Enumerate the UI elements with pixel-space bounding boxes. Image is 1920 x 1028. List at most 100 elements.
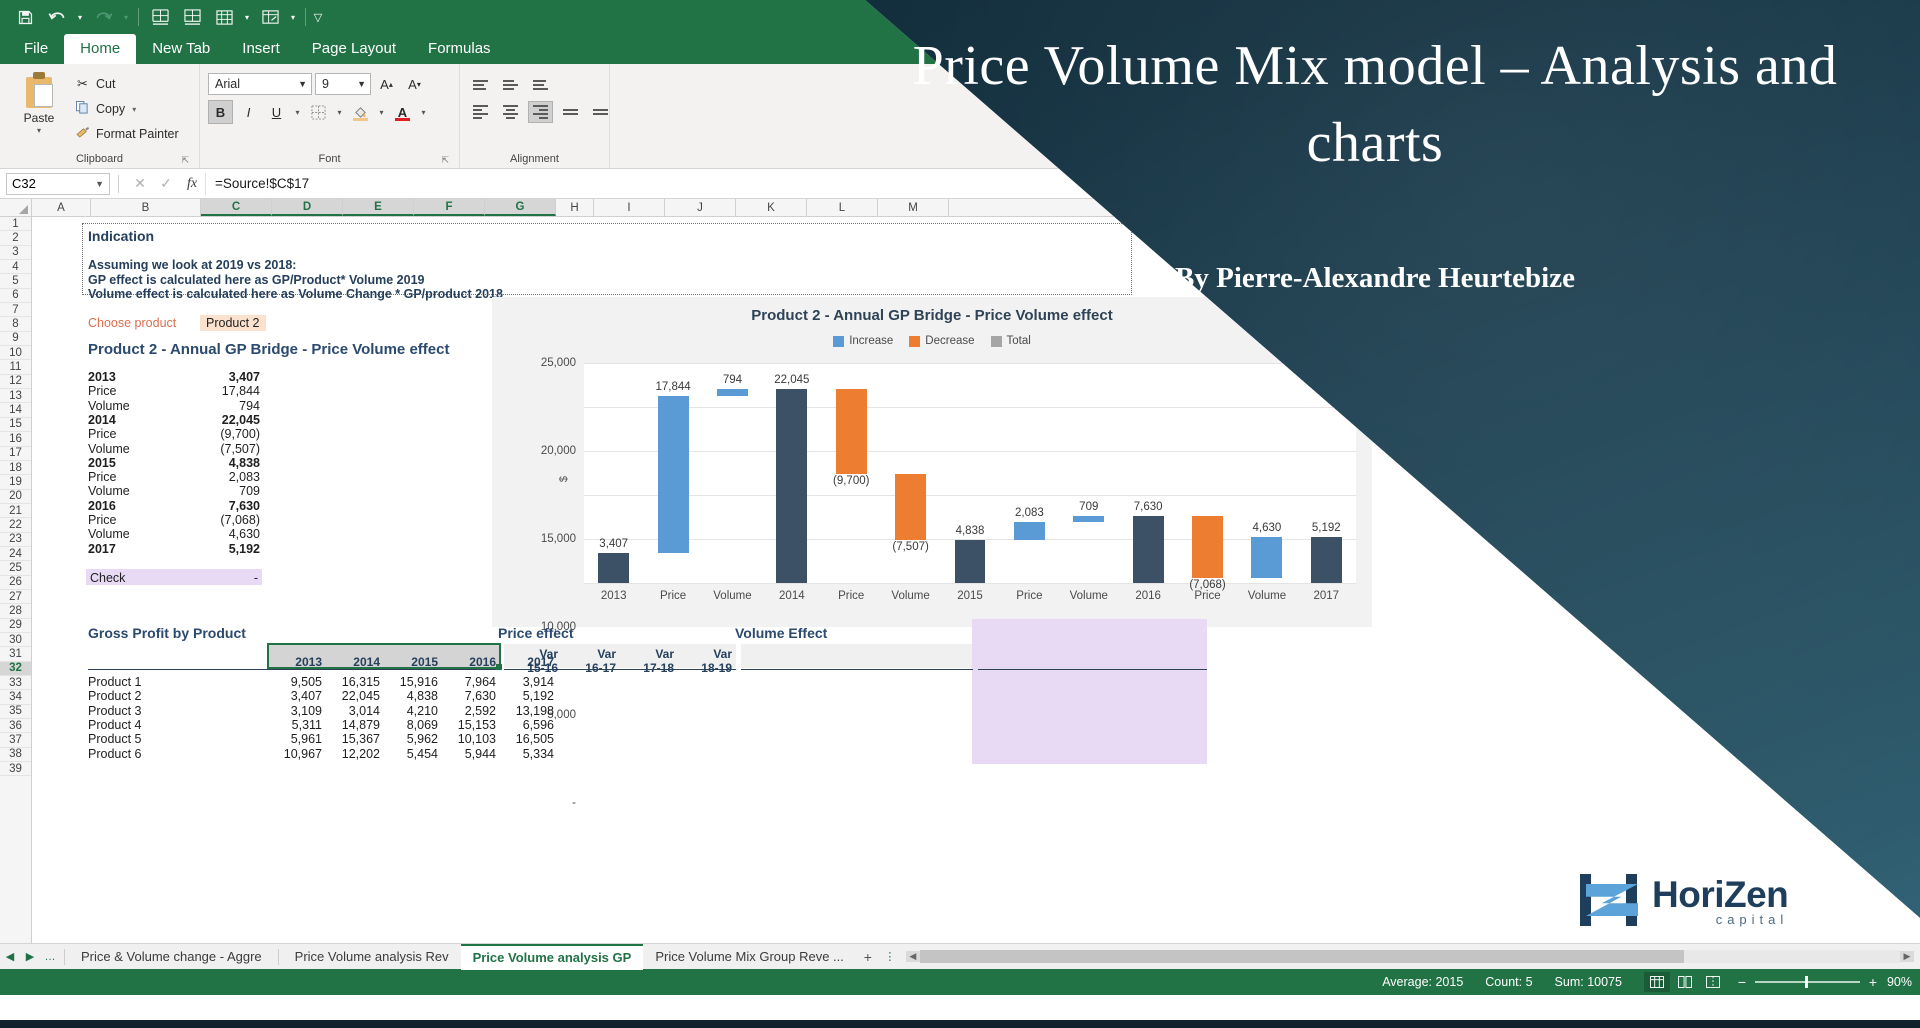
font-color-dropdown-icon[interactable]: ▾ <box>418 108 429 117</box>
sheet-tab-price-volume-mix-group-reve[interactable]: Price Volume Mix Group Reve ... <box>643 946 856 967</box>
copy-dropdown-icon[interactable]: ▾ <box>132 105 136 114</box>
row-header-33[interactable]: 33 <box>0 676 31 690</box>
row-header-19[interactable]: 19 <box>0 475 31 489</box>
table-column-header[interactable]: Var17-18 <box>620 647 674 675</box>
tab-page-layout[interactable]: Page Layout <box>296 34 412 64</box>
customize-qat-icon[interactable]: ▽ <box>312 4 324 30</box>
paste-dropdown-icon[interactable]: ▾ <box>37 126 41 135</box>
zoom-out-icon[interactable]: − <box>1736 974 1748 990</box>
insert-sheet-rows-icon[interactable] <box>145 4 175 30</box>
font-dialog-launcher-icon[interactable]: ⇱ <box>441 155 449 166</box>
chart-bar[interactable]: 794Volume <box>717 389 748 396</box>
row-header-34[interactable]: 34 <box>0 690 31 704</box>
borders-dropdown-icon[interactable]: ▾ <box>334 108 345 117</box>
row-header-6[interactable]: 6 <box>0 289 31 303</box>
align-bottom-button[interactable] <box>528 74 553 96</box>
redo-icon[interactable] <box>88 4 118 30</box>
name-box[interactable]: C32 ▼ <box>6 173 110 195</box>
chart-bar[interactable]: 17,844Price <box>658 396 689 553</box>
align-top-button[interactable] <box>468 74 493 96</box>
pivot-table-icon[interactable] <box>255 4 285 30</box>
row-header-27[interactable]: 27 <box>0 590 31 604</box>
row-header-38[interactable]: 38 <box>0 748 31 762</box>
row-header-21[interactable]: 21 <box>0 504 31 518</box>
undo-dropdown-icon[interactable]: ▾ <box>74 4 86 30</box>
fx-icon[interactable]: fx <box>179 176 205 192</box>
font-family-select[interactable]: Arial ▼ <box>208 73 312 95</box>
tab-file[interactable]: File <box>8 34 64 64</box>
row-header-25[interactable]: 25 <box>0 561 31 575</box>
column-header-K[interactable]: K <box>736 199 807 216</box>
chart-bar[interactable]: 4,8382015 <box>955 540 986 583</box>
font-size-select[interactable]: 9 ▼ <box>315 73 371 95</box>
zoom-slider[interactable]: − + <box>1736 974 1879 990</box>
format-table-dropdown-icon[interactable]: ▾ <box>241 4 253 30</box>
row-header-36[interactable]: 36 <box>0 719 31 733</box>
copy-button[interactable]: Copy ▾ <box>74 98 185 120</box>
zoom-track[interactable] <box>1755 981 1860 983</box>
redo-dropdown-icon[interactable]: ▾ <box>120 4 132 30</box>
increase-font-size-button[interactable]: A▴ <box>374 72 399 96</box>
row-header-18[interactable]: 18 <box>0 461 31 475</box>
row-header-24[interactable]: 24 <box>0 547 31 561</box>
close-icon[interactable]: ✕ <box>127 175 153 192</box>
tab-new-tab[interactable]: New Tab <box>136 34 226 64</box>
column-header-D[interactable]: D <box>272 199 343 216</box>
column-header-I[interactable]: I <box>594 199 665 216</box>
chosen-product-value[interactable]: Product 2 <box>200 315 266 331</box>
scroll-track[interactable] <box>920 950 1900 963</box>
align-middle-button[interactable] <box>498 74 523 96</box>
page-break-preview-icon[interactable] <box>1700 972 1726 992</box>
borders-button[interactable] <box>306 100 331 124</box>
column-header-J[interactable]: J <box>665 199 736 216</box>
tab-home[interactable]: Home <box>64 34 136 64</box>
chart-bar[interactable]: (9,700)Price <box>836 389 867 474</box>
tab-formulas[interactable]: Formulas <box>412 34 507 64</box>
sheet-tab-price-volume-analysis-gp[interactable]: Price Volume analysis GP <box>461 944 644 970</box>
decrease-indent-button[interactable] <box>558 101 583 123</box>
column-header-L[interactable]: L <box>807 199 878 216</box>
column-header-G[interactable]: G <box>485 199 556 216</box>
row-header-15[interactable]: 15 <box>0 418 31 432</box>
sheet-tab-price-volume-analysis-rev[interactable]: Price Volume analysis Rev <box>283 946 461 967</box>
insert-sheet-columns-icon[interactable] <box>177 4 207 30</box>
row-header-37[interactable]: 37 <box>0 733 31 747</box>
row-header-12[interactable]: 12 <box>0 375 31 389</box>
row-header-14[interactable]: 14 <box>0 403 31 417</box>
legend-item-total[interactable]: Total <box>991 335 1031 347</box>
scroll-right-icon[interactable]: ▶ <box>1900 951 1914 962</box>
bold-button[interactable]: B <box>208 100 233 124</box>
row-header-22[interactable]: 22 <box>0 518 31 532</box>
column-header-E[interactable]: E <box>343 199 414 216</box>
row-header-2[interactable]: 2 <box>0 231 31 245</box>
row-header-3[interactable]: 3 <box>0 246 31 260</box>
row-header-4[interactable]: 4 <box>0 260 31 274</box>
table-column-header[interactable]: 2014 <box>326 655 380 669</box>
zoom-in-icon[interactable]: + <box>1867 974 1879 990</box>
row-header-20[interactable]: 20 <box>0 490 31 504</box>
row-header-9[interactable]: 9 <box>0 332 31 346</box>
row-header-5[interactable]: 5 <box>0 274 31 288</box>
sheet-tab-price-volume-change-aggre[interactable]: Price & Volume change - Aggre <box>69 946 274 967</box>
more-sheets-icon[interactable]: … <box>40 951 60 963</box>
row-header-13[interactable]: 13 <box>0 389 31 403</box>
column-header-F[interactable]: F <box>414 199 485 216</box>
scroll-thumb[interactable] <box>920 950 1684 963</box>
column-header-A[interactable]: A <box>32 199 91 216</box>
normal-view-icon[interactable] <box>1644 972 1670 992</box>
table-column-header[interactable]: Var15-16 <box>504 647 558 675</box>
column-header-B[interactable]: B <box>91 199 201 216</box>
increase-indent-button[interactable] <box>588 101 613 123</box>
chart-bar[interactable]: 7,6302016 <box>1133 516 1164 583</box>
add-sheet-icon[interactable]: + <box>856 949 880 965</box>
paste-button[interactable]: Paste ▾ <box>8 68 70 135</box>
cut-button[interactable]: ✂ Cut <box>74 73 185 95</box>
chart-bar[interactable]: 3,4072013 <box>598 553 629 583</box>
row-header-1[interactable]: 1 <box>0 217 31 231</box>
chart-bar[interactable]: 4,630Volume <box>1251 537 1282 578</box>
clipboard-dialog-launcher-icon[interactable]: ⇱ <box>181 155 189 166</box>
scroll-left-icon[interactable]: ◀ <box>906 951 920 962</box>
table-column-header[interactable]: 2016 <box>442 655 496 669</box>
align-right-button[interactable] <box>528 101 553 123</box>
column-header-C[interactable]: C <box>201 199 272 216</box>
